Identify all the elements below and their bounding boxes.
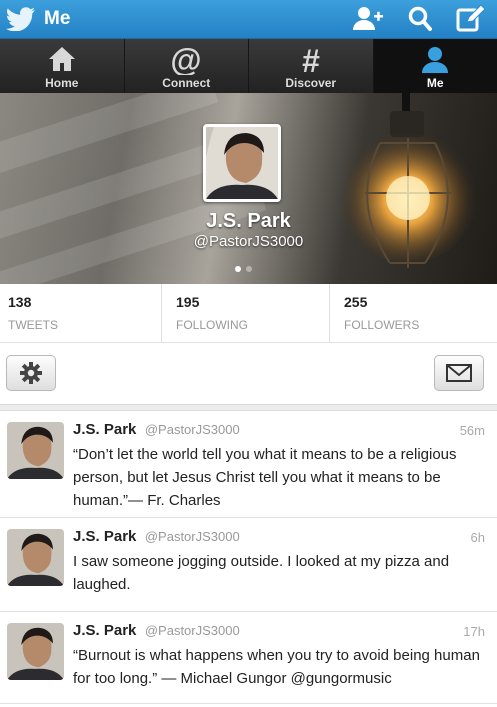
bird-logo-icon (6, 7, 35, 31)
tweet-timestamp: 6h (470, 530, 485, 545)
page-indicator[interactable] (235, 266, 252, 272)
tweet-text: “Burnout is what happens when you try to… (73, 647, 480, 687)
tweet-list: J.S. Park @PastorJS3000 56m “Don’t let t… (0, 411, 497, 704)
tweet-avatar[interactable] (7, 529, 64, 586)
stat-count: 195 (176, 294, 200, 310)
profile-actions (0, 343, 497, 405)
tab-me[interactable]: Me (373, 39, 497, 93)
profile-avatar[interactable] (203, 124, 281, 202)
tab-home[interactable]: Home (0, 39, 125, 93)
tweet-author-name[interactable]: J.S. Park (73, 528, 136, 545)
lightbulb-image (338, 93, 478, 268)
at-icon: @ (171, 45, 202, 75)
profile-name: J.S. Park (206, 210, 291, 232)
tweet-item[interactable]: J.S. Park @PastorJS3000 56m “Don’t let t… (0, 411, 497, 518)
tab-discover[interactable]: # Discover (249, 39, 374, 93)
stat-following[interactable]: 195 FOLLOWING (162, 284, 330, 342)
stat-count: 255 (344, 294, 368, 310)
add-user-icon[interactable] (352, 5, 384, 33)
stat-label: FOLLOWERS (344, 318, 420, 332)
tweet-item[interactable]: J.S. Park @PastorJS3000 6h I saw someone… (0, 518, 497, 612)
tweet-author-handle[interactable]: @PastorJS3000 (145, 422, 240, 437)
tweet-avatar[interactable] (7, 422, 64, 479)
home-icon (48, 47, 75, 71)
top-bar: Me (0, 0, 497, 39)
tweet-timestamp: 56m (459, 423, 485, 438)
profile-handle: @PastorJS3000 (193, 233, 304, 250)
tweet-author-handle[interactable]: @PastorJS3000 (145, 623, 240, 638)
main-nav: Home @ Connect # Discover Me (0, 39, 497, 93)
gear-icon (20, 362, 42, 384)
svg-text:#: # (302, 45, 320, 75)
tab-label: Me (426, 76, 444, 90)
envelope-icon (446, 364, 472, 382)
stat-label: FOLLOWING (176, 318, 249, 332)
hash-icon: # (302, 45, 320, 75)
stat-count: 138 (8, 294, 32, 310)
page-dot[interactable] (235, 266, 241, 272)
search-icon[interactable] (405, 5, 437, 33)
tweet-text: “Don’t let the world tell you what it me… (73, 446, 457, 509)
page-title: Me (44, 8, 71, 29)
person-icon (422, 47, 449, 73)
tweet-author-name[interactable]: J.S. Park (73, 622, 136, 639)
message-button[interactable] (434, 355, 484, 391)
tab-label: Home (45, 76, 79, 90)
tweet-author-name[interactable]: J.S. Park (73, 421, 136, 438)
stat-label: TWEETS (8, 318, 58, 332)
stat-tweets[interactable]: 138 TWEETS (0, 284, 162, 342)
tweet-timestamp: 17h (463, 624, 485, 639)
tab-label: Discover (285, 76, 337, 90)
tab-connect[interactable]: @ Connect (125, 39, 249, 93)
tweet-text: I saw someone jogging outside. I looked … (73, 553, 450, 593)
settings-button[interactable] (6, 355, 56, 391)
tweet-author-handle[interactable]: @PastorJS3000 (145, 529, 240, 544)
page-dot[interactable] (246, 266, 252, 272)
profile-stats: 138 TWEETS 195 FOLLOWING 255 FOLLOWERS (0, 284, 497, 343)
tweet-avatar[interactable] (7, 623, 64, 680)
svg-text:@: @ (171, 45, 202, 75)
tab-label: Connect (162, 76, 211, 90)
tweet-item[interactable]: J.S. Park @PastorJS3000 17h “Burnout is … (0, 612, 497, 704)
stat-followers[interactable]: 255 FOLLOWERS (330, 284, 497, 342)
compose-icon[interactable] (455, 5, 487, 33)
